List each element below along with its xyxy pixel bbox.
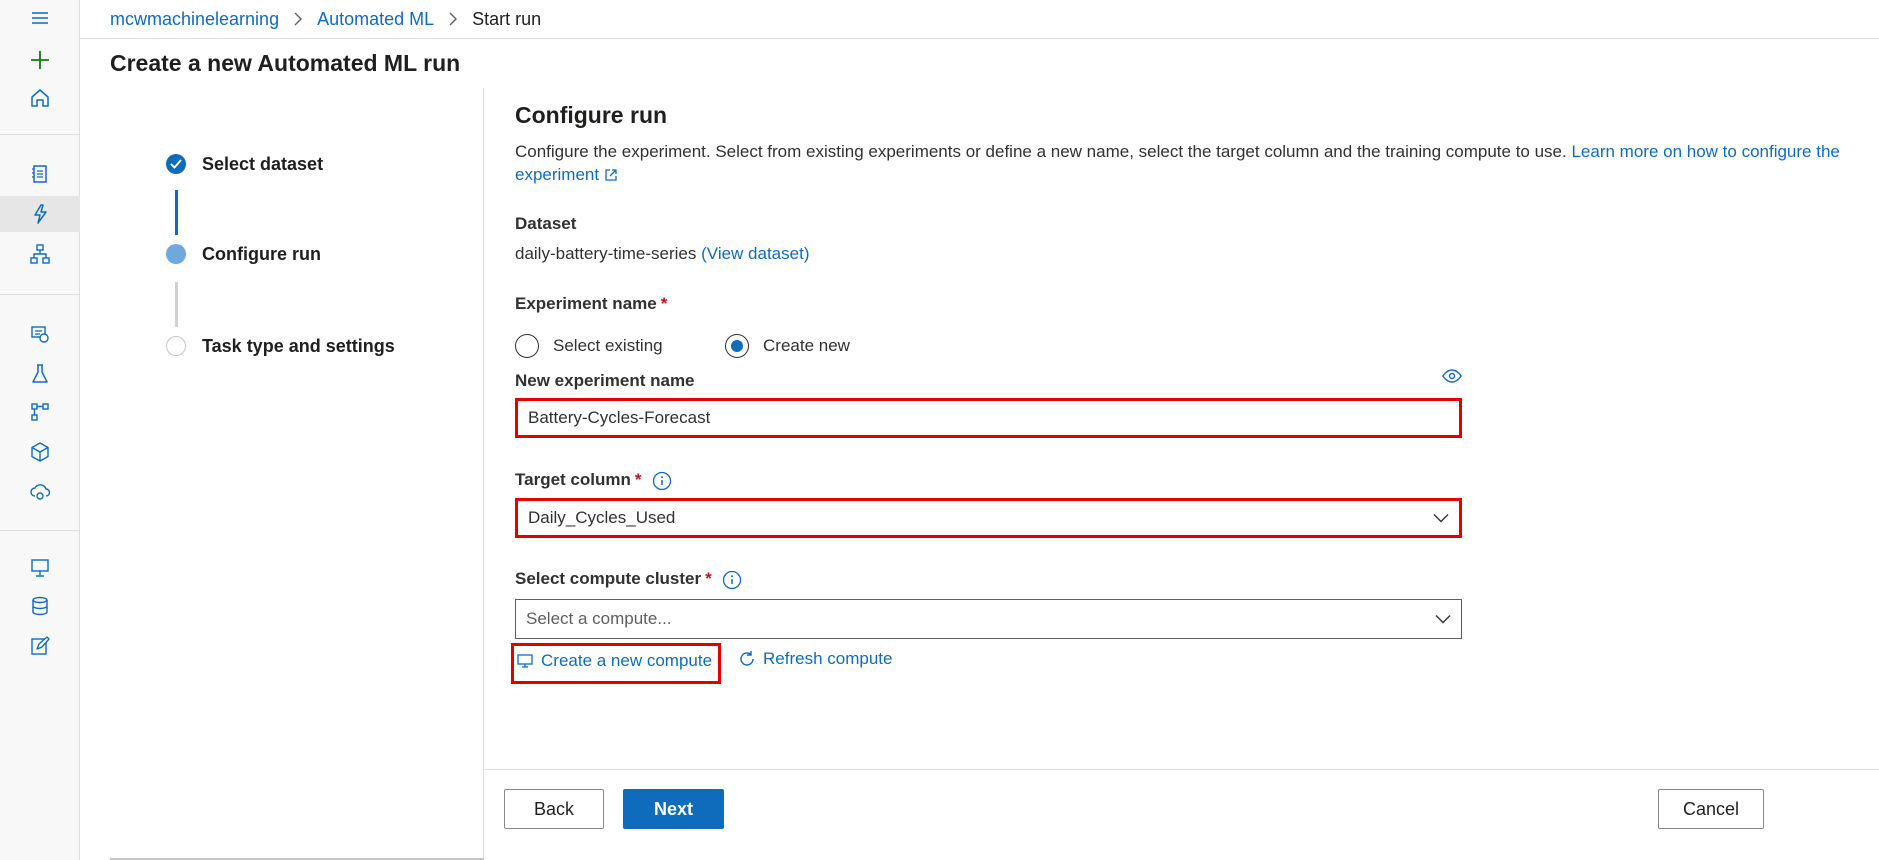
compute-cluster-dropdown[interactable]: Select a compute...: [515, 599, 1462, 639]
new-experiment-name-input[interactable]: Battery-Cycles-Forecast: [515, 398, 1462, 438]
radio-label: Select existing: [553, 336, 663, 355]
radio-circle-unchecked: [515, 334, 539, 358]
step-task-type[interactable]: Task type and settings: [166, 336, 395, 356]
designer-icon[interactable]: [0, 236, 80, 272]
page-title: Create a new Automated ML run: [110, 50, 461, 76]
new-experiment-name-label: New experiment name: [515, 371, 695, 390]
rail-divider: [0, 294, 80, 295]
compute-icon: [517, 654, 533, 668]
home-icon[interactable]: [0, 80, 80, 116]
experiment-name-label: Experiment name *: [515, 294, 667, 314]
link-text: Refresh compute: [763, 649, 893, 668]
left-nav-rail: [0, 0, 80, 860]
current-step-dot: [166, 244, 186, 264]
step-connector: [175, 282, 178, 327]
radio-create-new[interactable]: Create new: [725, 334, 850, 358]
refresh-icon: [740, 651, 754, 666]
header-divider: [80, 38, 1879, 39]
datastores-icon[interactable]: [0, 588, 80, 624]
section-description: Configure the experiment. Select from ex…: [515, 140, 1879, 186]
new-plus-icon[interactable]: [0, 42, 80, 78]
view-dataset-link[interactable]: (View dataset): [701, 244, 809, 263]
required-asterisk: *: [660, 294, 668, 313]
hamburger-menu-icon[interactable]: [0, 0, 80, 36]
notebooks-icon[interactable]: [0, 156, 80, 192]
step-label: Task type and settings: [202, 335, 395, 356]
rail-divider: [0, 530, 80, 531]
wizard-steps: Select dataset Configure run Task type a…: [80, 88, 484, 860]
automated-ml-icon[interactable]: [0, 196, 80, 232]
checkmark-icon: [166, 154, 186, 174]
required-asterisk: *: [634, 470, 642, 489]
description-text: Configure the experiment. Select from ex…: [515, 142, 1572, 161]
cancel-button[interactable]: Cancel: [1658, 789, 1764, 829]
breadcrumb-current: Start run: [472, 8, 542, 29]
models-icon[interactable]: [0, 434, 80, 470]
dropdown-placeholder: Select a compute...: [526, 609, 672, 628]
info-icon[interactable]: [722, 570, 742, 590]
step-configure-run[interactable]: Configure run: [166, 244, 321, 264]
footer-divider: [485, 769, 1879, 770]
external-link-icon: [605, 169, 617, 181]
back-button[interactable]: Back: [504, 789, 604, 829]
experiment-name-label-text: Experiment name: [515, 294, 657, 313]
chevron-down-icon: [1433, 514, 1449, 523]
compute-cluster-label: Select compute cluster *: [515, 569, 742, 590]
radio-select-existing[interactable]: Select existing: [515, 334, 663, 358]
dataset-label: Dataset: [515, 214, 577, 233]
dataset-name: daily-battery-time-series: [515, 244, 697, 263]
dataset-value: daily-battery-time-series (View dataset): [515, 244, 809, 264]
chevron-right-icon: [448, 12, 458, 26]
eye-icon[interactable]: [1442, 369, 1462, 388]
create-new-compute-link[interactable]: Create a new compute: [517, 651, 712, 671]
refresh-compute-link[interactable]: Refresh compute: [737, 649, 892, 669]
required-asterisk: *: [705, 569, 712, 588]
pipelines-icon[interactable]: [0, 394, 80, 430]
compute-cluster-label-text: Select compute cluster: [515, 569, 702, 588]
pending-step-dot: [166, 336, 186, 356]
radio-circle-checked: [725, 334, 749, 358]
experiments-icon[interactable]: [0, 356, 80, 392]
breadcrumb: mcwmachinelearning Automated ML Start ru…: [110, 6, 541, 32]
breadcrumb-automated-ml-link[interactable]: Automated ML: [317, 9, 434, 30]
compute-icon[interactable]: [0, 550, 80, 586]
step-connector: [175, 190, 178, 235]
endpoints-icon[interactable]: [0, 474, 80, 510]
target-column-label-text: Target column: [515, 470, 631, 489]
section-title: Configure run: [515, 102, 668, 128]
step-select-dataset[interactable]: Select dataset: [166, 154, 323, 174]
configure-run-form: Configure run Configure the experiment. …: [485, 88, 1879, 860]
target-column-dropdown[interactable]: Daily_Cycles_Used: [515, 498, 1462, 538]
link-text: Create a new compute: [541, 651, 713, 670]
chevron-right-icon: [293, 12, 303, 26]
next-button[interactable]: Next: [623, 789, 724, 829]
step-label: Configure run: [202, 243, 321, 264]
chevron-down-icon: [1435, 615, 1451, 624]
step-label: Select dataset: [202, 153, 324, 174]
rail-divider: [0, 134, 80, 135]
dropdown-value: Daily_Cycles_Used: [528, 508, 676, 527]
radio-label: Create new: [763, 336, 850, 355]
data-labeling-icon[interactable]: [0, 628, 80, 664]
breadcrumb-workspace-link[interactable]: mcwmachinelearning: [110, 9, 279, 30]
info-icon[interactable]: [652, 471, 672, 491]
input-value: Battery-Cycles-Forecast: [528, 408, 711, 427]
target-column-label: Target column *: [515, 470, 672, 491]
datasets-icon[interactable]: [0, 316, 80, 352]
